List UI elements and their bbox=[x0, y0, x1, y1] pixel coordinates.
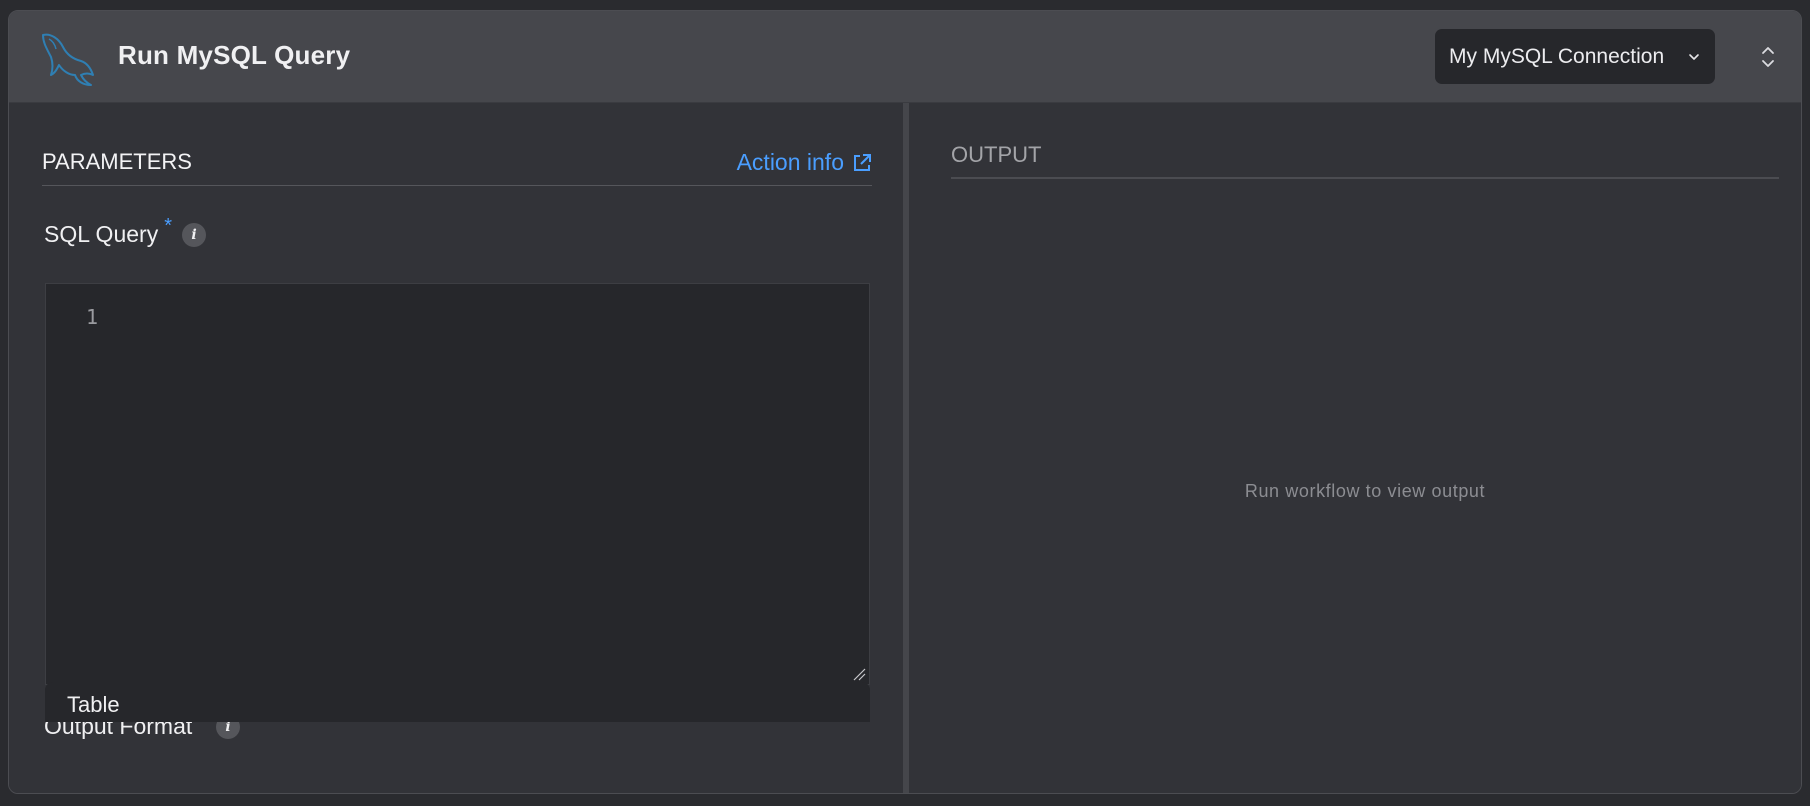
resize-handle-icon[interactable] bbox=[852, 667, 866, 681]
output-format-select[interactable]: Table bbox=[45, 682, 870, 722]
required-marker: * bbox=[164, 215, 172, 237]
action-info-label: Action info bbox=[736, 149, 844, 175]
parameters-title: PARAMETERS bbox=[42, 149, 192, 174]
unfold-icon[interactable] bbox=[1754, 42, 1782, 72]
action-header: Run MySQL Query My MySQL Connection bbox=[9, 11, 1801, 103]
connection-select-value: My MySQL Connection bbox=[1449, 44, 1665, 68]
sql-query-label-text: SQL Query bbox=[44, 221, 159, 247]
external-link-icon bbox=[854, 153, 871, 171]
sql-query-label: SQL Query * i bbox=[44, 215, 206, 248]
mysql-dolphin-icon bbox=[42, 33, 94, 86]
output-format-value: Table bbox=[67, 692, 120, 717]
connection-select[interactable]: My MySQL Connection bbox=[1435, 29, 1715, 84]
page-title: Run MySQL Query bbox=[118, 40, 351, 70]
output-header: OUTPUT bbox=[951, 142, 1779, 179]
info-icon[interactable]: i bbox=[182, 222, 206, 247]
sql-query-editor[interactable]: 1 bbox=[45, 283, 870, 685]
output-panel: OUTPUT Run workflow to view output bbox=[909, 103, 1801, 793]
action-info-link[interactable]: Action info bbox=[737, 149, 872, 176]
parameters-header: PARAMETERS Action info bbox=[42, 149, 872, 186]
output-title: OUTPUT bbox=[951, 142, 1042, 167]
line-number: 1 bbox=[86, 305, 99, 329]
action-window: Run MySQL Query My MySQL Connection PARA… bbox=[8, 10, 1802, 794]
output-empty-message: Run workflow to view output bbox=[1244, 481, 1486, 501]
chevron-down-icon bbox=[1689, 53, 1699, 60]
